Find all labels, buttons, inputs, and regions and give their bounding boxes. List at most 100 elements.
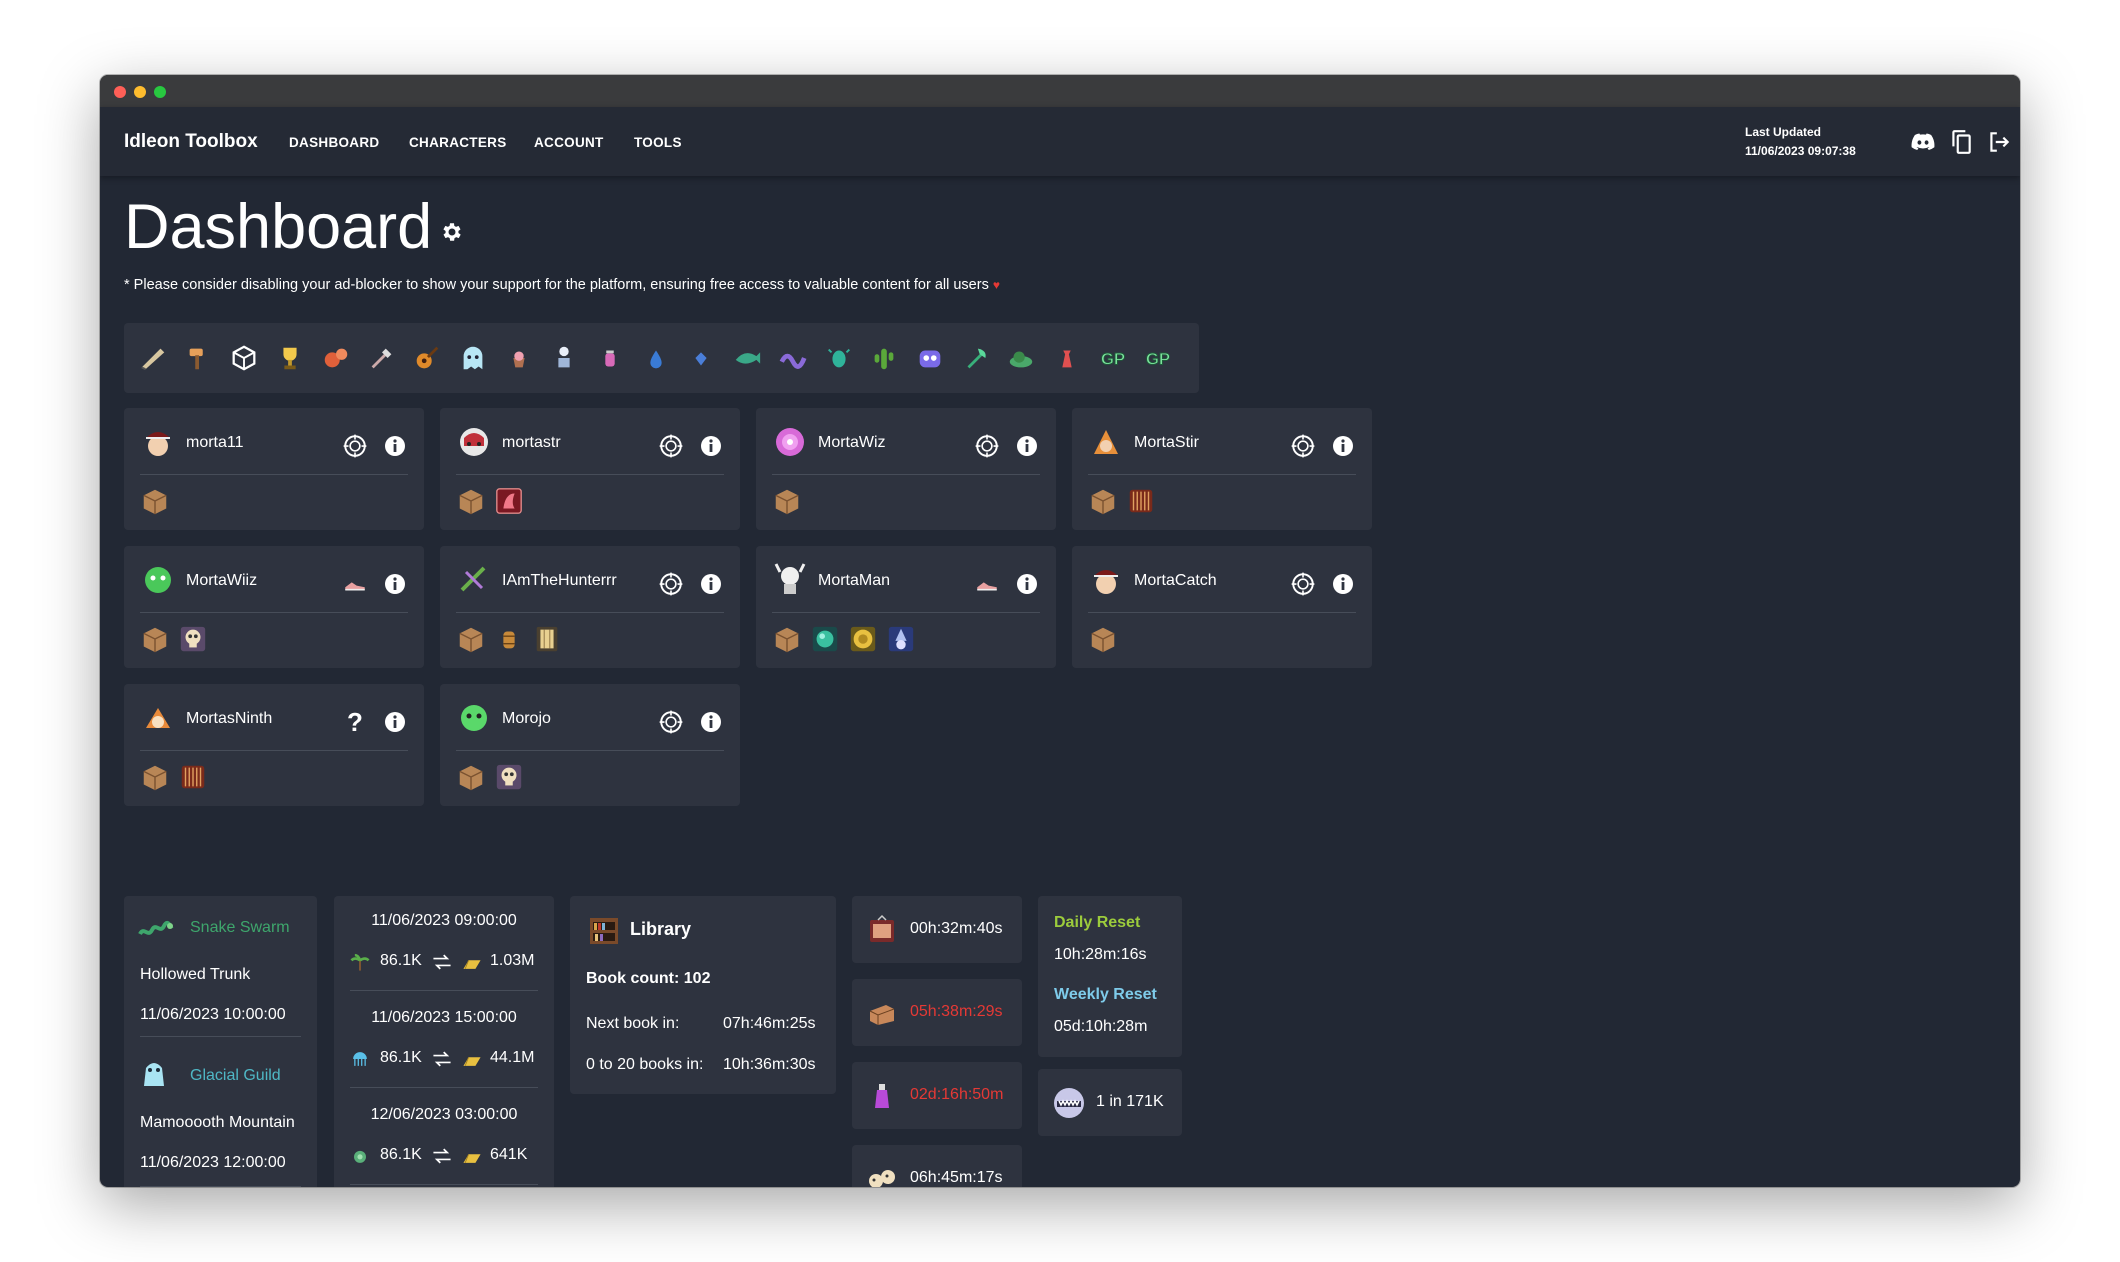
- snail-icon[interactable]: [1006, 343, 1036, 373]
- character-card[interactable]: Morojo: [440, 684, 740, 806]
- info-icon[interactable]: [1332, 435, 1354, 457]
- target-icon[interactable]: [342, 433, 368, 459]
- character-card[interactable]: MortaWiz: [756, 408, 1056, 530]
- discord-icon[interactable]: [1910, 129, 1936, 155]
- character-name[interactable]: MortaMan: [818, 572, 890, 590]
- character-name[interactable]: MortaCatch: [1134, 572, 1217, 590]
- target-icon[interactable]: [1290, 571, 1316, 597]
- crate-icon[interactable]: [1088, 624, 1118, 654]
- character-name[interactable]: Morojo: [502, 710, 551, 728]
- gear-icon[interactable]: [439, 220, 463, 244]
- info-icon[interactable]: [700, 573, 722, 595]
- bottle-icon[interactable]: [1052, 343, 1082, 373]
- cupcake-icon[interactable]: [504, 343, 534, 373]
- drop-icon[interactable]: [641, 343, 671, 373]
- quill-icon[interactable]: [138, 343, 168, 373]
- info-icon[interactable]: [1016, 573, 1038, 595]
- ghost-icon[interactable]: [458, 343, 488, 373]
- crate-icon[interactable]: [772, 624, 802, 654]
- crate-icon[interactable]: [140, 762, 170, 792]
- gem-icon[interactable]: [686, 343, 716, 373]
- nav-characters[interactable]: CHARACTERS: [409, 135, 507, 150]
- info-icon[interactable]: [384, 711, 406, 733]
- skull-icon[interactable]: [178, 624, 208, 654]
- copy-icon[interactable]: [1948, 129, 1974, 155]
- info-icon[interactable]: [384, 435, 406, 457]
- character-card[interactable]: IAmTheHunterrr: [440, 546, 740, 668]
- whale-icon[interactable]: [732, 343, 762, 373]
- worm-icon[interactable]: [778, 343, 808, 373]
- target-icon[interactable]: [658, 433, 684, 459]
- axe-icon[interactable]: [961, 343, 991, 373]
- info-icon[interactable]: [700, 711, 722, 733]
- nav-tools[interactable]: TOOLS: [634, 135, 682, 150]
- gp-icon[interactable]: GP: [1098, 343, 1128, 373]
- character-name[interactable]: morta11: [186, 434, 244, 452]
- beetle-icon[interactable]: [824, 343, 854, 373]
- monster-icon[interactable]: [915, 343, 945, 373]
- crate-icon[interactable]: [456, 486, 486, 516]
- question-icon[interactable]: ?: [342, 709, 368, 735]
- character-card[interactable]: MortaWiiz: [124, 546, 424, 668]
- minimize-window-button[interactable]: [134, 86, 146, 98]
- shrine-icon[interactable]: [494, 486, 524, 516]
- crate-icon[interactable]: [140, 624, 170, 654]
- target-icon[interactable]: [658, 571, 684, 597]
- guitar-icon[interactable]: [412, 343, 442, 373]
- coin-icon[interactable]: [848, 624, 878, 654]
- next-book-label: Next book in:: [586, 1015, 680, 1032]
- twenty-books-label: 0 to 20 books in:: [586, 1056, 704, 1073]
- close-window-button[interactable]: [114, 86, 126, 98]
- trophy-icon[interactable]: [275, 343, 305, 373]
- info-icon[interactable]: [1016, 435, 1038, 457]
- character-name[interactable]: MortaStir: [1134, 434, 1199, 452]
- target-icon[interactable]: [658, 709, 684, 735]
- nav-account[interactable]: ACCOUNT: [534, 135, 604, 150]
- info-icon[interactable]: [700, 435, 722, 457]
- character-name[interactable]: MortaWiz: [818, 434, 886, 452]
- daily-reset-label: Daily Reset: [1054, 914, 1141, 931]
- character-card[interactable]: MortaCatch: [1072, 546, 1372, 668]
- crate-icon[interactable]: [456, 762, 486, 792]
- info-icon[interactable]: [384, 573, 406, 595]
- target-icon[interactable]: [974, 433, 1000, 459]
- logout-icon[interactable]: [1986, 129, 2012, 155]
- shovel-icon[interactable]: [367, 343, 397, 373]
- wizard-icon[interactable]: [886, 624, 916, 654]
- skull-icon[interactable]: [494, 762, 524, 792]
- orb-icon[interactable]: [810, 624, 840, 654]
- app-title[interactable]: Idleon Toolbox: [124, 131, 258, 153]
- book-count: Book count: 102: [586, 970, 711, 987]
- gp-icon[interactable]: GP: [1143, 343, 1173, 373]
- character-name[interactable]: mortastr: [502, 434, 561, 452]
- crate-icon[interactable]: [772, 486, 802, 516]
- sneaker-icon[interactable]: [342, 571, 368, 597]
- cactus-icon[interactable]: [869, 343, 899, 373]
- crate-icon[interactable]: [456, 624, 486, 654]
- barrel-icon[interactable]: [494, 624, 524, 654]
- sneaker-icon[interactable]: [974, 571, 1000, 597]
- character-card[interactable]: MortasNinth?: [124, 684, 424, 806]
- cube-icon[interactable]: [229, 343, 259, 373]
- squirrel-icon[interactable]: [321, 343, 351, 373]
- crate-icon[interactable]: [1088, 486, 1118, 516]
- jar-icon[interactable]: [595, 343, 625, 373]
- nav-dashboard[interactable]: DASHBOARD: [289, 135, 379, 150]
- maximize-window-button[interactable]: [154, 86, 166, 98]
- character-card[interactable]: MortaStir: [1072, 408, 1372, 530]
- character-card[interactable]: morta11: [124, 408, 424, 530]
- hammer-icon[interactable]: [184, 343, 214, 373]
- target-icon[interactable]: [1290, 433, 1316, 459]
- character-card[interactable]: mortastr: [440, 408, 740, 530]
- info-icon[interactable]: [1332, 573, 1354, 595]
- character-name[interactable]: IAmTheHunterrr: [502, 572, 617, 590]
- pillar-icon[interactable]: [532, 624, 562, 654]
- alerts-icon-bar: GP GP: [124, 323, 1199, 393]
- character-card[interactable]: MortaMan: [756, 546, 1056, 668]
- cage-icon[interactable]: [178, 762, 208, 792]
- cage-icon[interactable]: [1126, 486, 1156, 516]
- character-name[interactable]: MortasNinth: [186, 710, 272, 728]
- crate-icon[interactable]: [140, 486, 170, 516]
- character-name[interactable]: MortaWiiz: [186, 572, 257, 590]
- spirit-icon[interactable]: [549, 343, 579, 373]
